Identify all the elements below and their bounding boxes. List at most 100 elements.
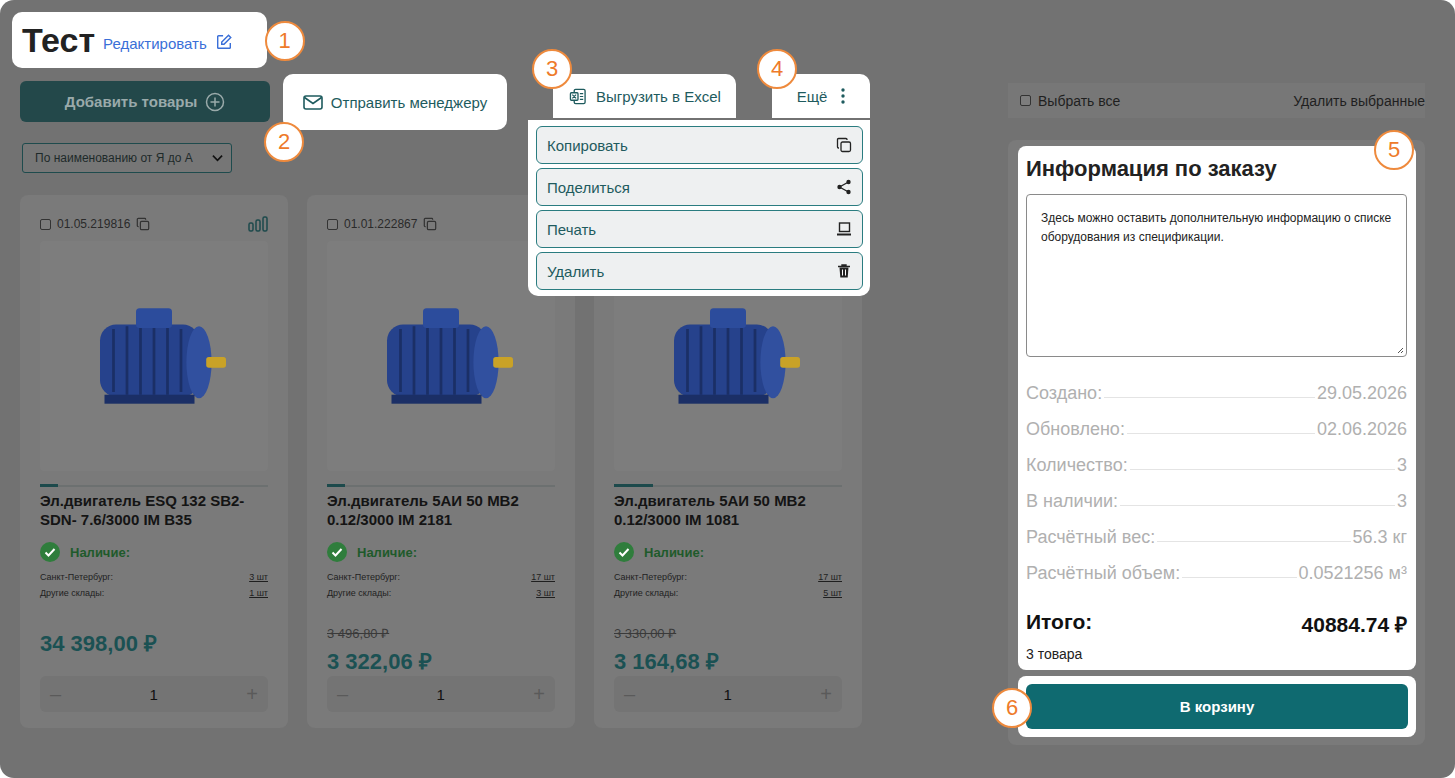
motor-image-icon <box>638 286 818 426</box>
add-to-cart-button[interactable]: В корзину <box>1026 684 1408 729</box>
comment-field[interactable]: Здесь можно оставить дополнительную инфо… <box>1026 194 1407 357</box>
leader-line <box>1104 397 1315 398</box>
resize-grip-icon[interactable] <box>1396 346 1404 354</box>
stock-row: Другие склады: 1 шт <box>40 588 268 598</box>
availability: Наличие: <box>614 542 842 562</box>
menu-item-label: Печать <box>547 221 596 238</box>
stock-place: Санкт-Петербург: <box>327 572 400 582</box>
add-products-button[interactable]: Добавить товары <box>20 81 270 122</box>
decrease-button[interactable]: – <box>624 683 635 706</box>
quantity-stepper: – 1 + <box>40 676 268 712</box>
image-slider-indicator <box>327 484 345 487</box>
increase-button[interactable]: + <box>246 683 258 706</box>
quantity-value[interactable]: 1 <box>150 686 158 703</box>
info-label: Количество: <box>1026 455 1128 476</box>
quantity-value[interactable]: 1 <box>437 686 445 703</box>
product-name[interactable]: Эл.двигатель ESQ 132 SB2-SDN- 7.6/3000 I… <box>40 492 268 530</box>
price-block: 3 330,00 ₽3 164,68 ₽ <box>614 624 842 675</box>
increase-button[interactable]: + <box>820 683 832 706</box>
info-value: 0.0521256 м³ <box>1299 563 1407 584</box>
edit-link[interactable]: Редактировать <box>103 35 207 52</box>
more-menu: Копировать Поделиться Печать Удалить <box>528 120 870 296</box>
product-code: 01.05.219816 <box>57 217 130 231</box>
info-row: Обновлено:02.06.2026 <box>1026 411 1407 447</box>
stock-place: Другие склады: <box>40 588 104 598</box>
stock-row: Другие склады: 5 шт <box>614 588 842 598</box>
add-products-label: Добавить товары <box>65 93 197 110</box>
stock-list: Санкт-Петербург:17 шт Другие склады: 3 шт <box>327 572 555 598</box>
product-checkbox[interactable] <box>40 219 51 230</box>
step-marker: 1 <box>265 21 305 61</box>
menu-item[interactable]: Удалить <box>536 252 863 290</box>
compare-chart-icon[interactable] <box>248 216 268 232</box>
stock-qty: 3 шт <box>536 588 555 598</box>
send-manager-label: Отправить менеджеру <box>331 94 487 111</box>
step-marker: 6 <box>992 688 1032 728</box>
stock-place: Санкт-Петербург: <box>40 572 113 582</box>
product-name[interactable]: Эл.двигатель 5АИ 50 MB2 0.12/3000 IM 218… <box>327 492 555 530</box>
total-row: Итого:40884.74 ₽ <box>1026 610 1407 638</box>
order-column: Выбрать все Удалить выбранные Информация п… <box>1008 12 1425 778</box>
info-label: Создано: <box>1026 383 1102 404</box>
total-value: 40884.74 ₽ <box>1302 610 1407 638</box>
menu-item[interactable]: Поделиться <box>536 168 863 206</box>
cart-spotlight: В корзину6 <box>1018 676 1416 737</box>
availability: Наличие: <box>40 542 268 562</box>
quantity-value[interactable]: 1 <box>724 686 732 703</box>
more-button[interactable]: Ещё <box>797 88 846 105</box>
leader-line <box>1127 433 1315 434</box>
excel-export-button[interactable]: Выгрузить в Excel <box>568 88 721 105</box>
card-header: 01.05.219816 <box>40 215 268 233</box>
menu-item[interactable]: Копировать <box>536 126 863 164</box>
order-info-rows: Создано:29.05.2026Обновлено:02.06.2026Ко… <box>1026 375 1407 591</box>
copy-icon[interactable] <box>423 217 437 231</box>
stock-qty: 1 шт <box>249 588 268 598</box>
step-marker: 5 <box>1374 130 1414 170</box>
sort-select[interactable]: По наименованию от Я до А <box>22 143 232 173</box>
more-spotlight: Ещё4КопироватьПоделитьсяПечатьУдалить <box>772 74 870 118</box>
info-value: 3 <box>1397 455 1407 476</box>
delete-selected-button[interactable]: Удалить выбранные <box>1293 93 1425 109</box>
sort-label: По наименованию от Я до А <box>35 151 193 165</box>
price-block: 34 398,00 ₽ <box>40 624 268 657</box>
image-slider-indicator <box>40 484 58 487</box>
product-name[interactable]: Эл.двигатель 5АИ 50 MB2 0.12/3000 IM 108… <box>614 492 842 530</box>
stock-qty: 5 шт <box>823 588 842 598</box>
page-title: Тест <box>22 21 95 60</box>
availability-label: Наличие: <box>70 545 130 560</box>
stock-row: Санкт-Петербург:17 шт <box>327 572 555 582</box>
decrease-button[interactable]: – <box>50 683 61 706</box>
select-all-checkbox[interactable] <box>1020 95 1031 106</box>
check-circle-icon <box>614 542 634 562</box>
stock-place: Санкт-Петербург: <box>614 572 687 582</box>
price: 34 398,00 ₽ <box>40 627 268 657</box>
title-spotlight: ТестРедактировать1 <box>12 12 267 68</box>
pencil-icon[interactable] <box>215 33 233 51</box>
step-marker: 2 <box>264 122 304 162</box>
step-marker: 4 <box>757 49 797 89</box>
info-row: Количество: 3 <box>1026 447 1407 483</box>
info-row: Создано:29.05.2026 <box>1026 375 1407 411</box>
stock-place: Другие склады: <box>614 588 678 598</box>
stock-place: Другие склады: <box>327 588 391 598</box>
select-all[interactable]: Выбрать все <box>1020 93 1120 109</box>
leader-line <box>1182 577 1296 578</box>
leader-line <box>1120 505 1395 506</box>
send-manager-button[interactable]: Отправить менеджеру <box>303 94 487 111</box>
copy-icon[interactable] <box>136 217 150 231</box>
excel-icon <box>568 88 588 105</box>
decrease-button[interactable]: – <box>337 683 348 706</box>
motor-image-icon <box>64 286 244 426</box>
quantity-stepper: – 1 + <box>327 676 555 712</box>
product-image[interactable] <box>327 241 555 471</box>
product-image[interactable] <box>40 241 268 471</box>
items-count: 3 товара <box>1026 646 1407 662</box>
product-checkbox[interactable] <box>327 219 338 230</box>
image-slider-track <box>327 485 555 487</box>
menu-item[interactable]: Печать <box>536 210 863 248</box>
increase-button[interactable]: + <box>533 683 545 706</box>
availability: Наличие: <box>327 542 555 562</box>
excel-export-label: Выгрузить в Excel <box>596 88 721 105</box>
availability-label: Наличие: <box>644 545 704 560</box>
order-info-title: Информация по заказу <box>1026 156 1407 182</box>
